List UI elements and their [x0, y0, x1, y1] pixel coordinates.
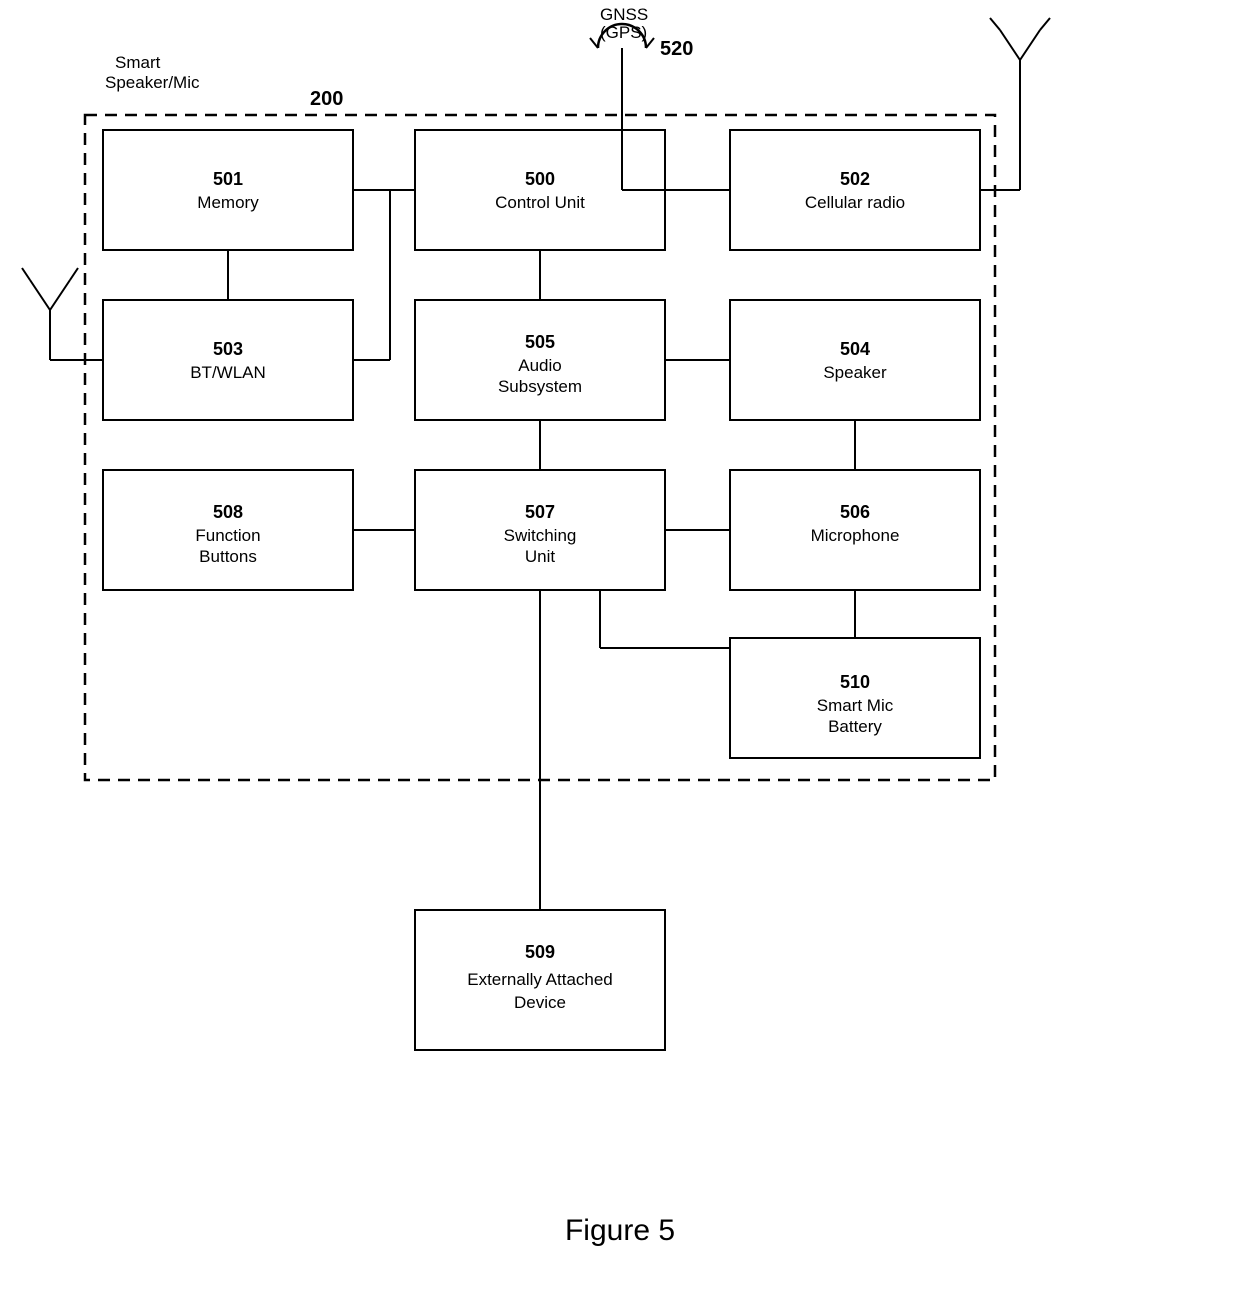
- b510-label1: Smart Mic: [817, 696, 894, 715]
- b505-num: 505: [525, 332, 555, 352]
- b508-num: 508: [213, 502, 243, 522]
- diagram-container: Smart Speaker/Mic 200 GNSS (GPS) 520 501…: [0, 0, 1240, 1300]
- b500-label: Control Unit: [495, 193, 585, 212]
- b503-label: BT/WLAN: [190, 363, 266, 382]
- b505-label2: Subsystem: [498, 377, 582, 396]
- b502-label: Cellular radio: [805, 193, 905, 212]
- b503-num: 503: [213, 339, 243, 359]
- smart-speaker-label2: Speaker/Mic: [105, 73, 200, 92]
- figure-label: Figure 5: [565, 1214, 675, 1247]
- b508-label1: Function: [195, 526, 260, 545]
- gnss-label: GNSS: [600, 5, 648, 24]
- b501-num: 501: [213, 169, 243, 189]
- b507-label1: Switching: [504, 526, 577, 545]
- b506-num: 506: [840, 502, 870, 522]
- b507-num: 507: [525, 502, 555, 522]
- ref-520-label: 520: [660, 38, 693, 60]
- b505-label1: Audio: [518, 356, 561, 375]
- b507-label2: Unit: [525, 547, 556, 566]
- ref-200-label: 200: [310, 88, 343, 110]
- b509-num: 509: [525, 942, 555, 962]
- b508-label2: Buttons: [199, 547, 257, 566]
- smart-speaker-label: Smart: [115, 53, 161, 72]
- b509-label1: Externally Attached: [467, 970, 613, 989]
- b509-label2: Device: [514, 993, 566, 1012]
- b510-num: 510: [840, 672, 870, 692]
- b504-label: Speaker: [823, 363, 887, 382]
- b500-num: 500: [525, 169, 555, 189]
- b506-label: Microphone: [811, 526, 900, 545]
- b502-num: 502: [840, 169, 870, 189]
- gps-label: (GPS): [600, 23, 647, 42]
- b504-num: 504: [840, 339, 870, 359]
- b510-label2: Battery: [828, 717, 882, 736]
- b501-label: Memory: [197, 193, 259, 212]
